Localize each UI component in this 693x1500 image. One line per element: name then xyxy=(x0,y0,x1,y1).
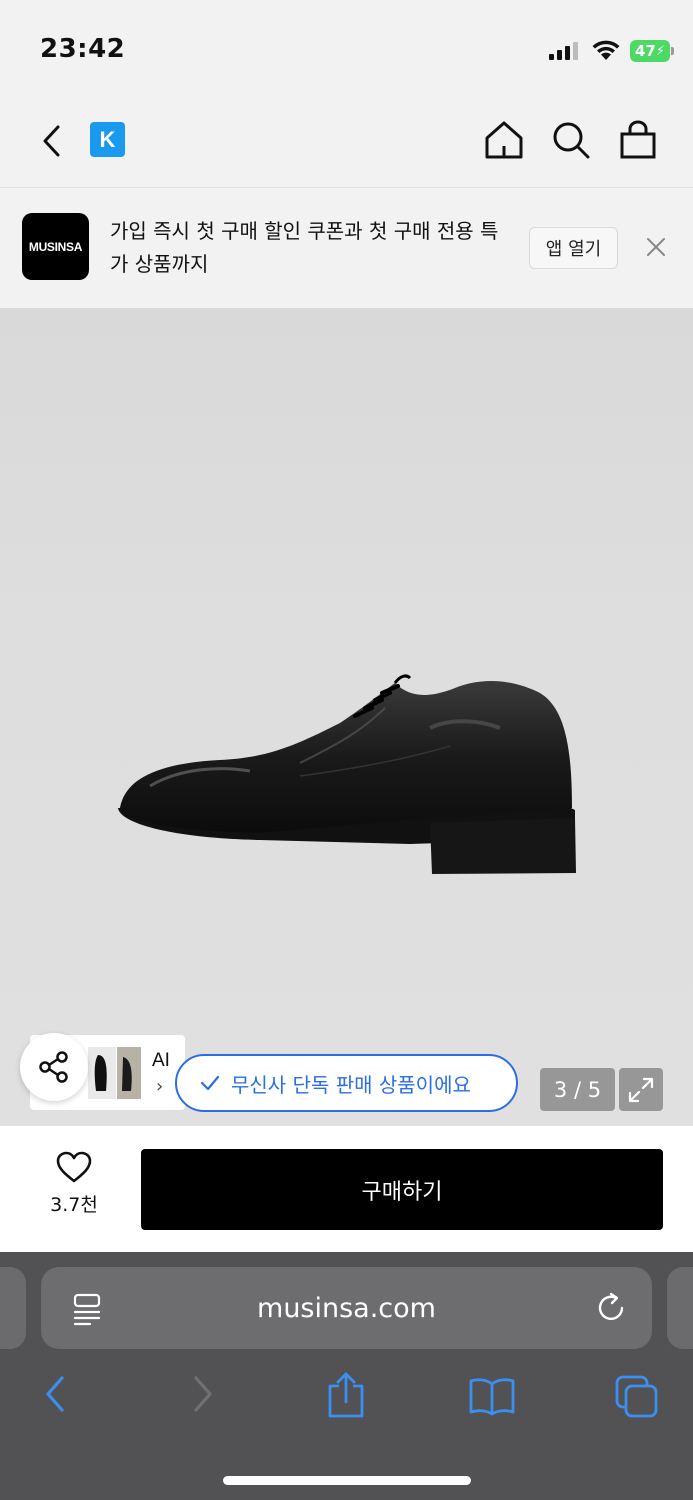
thumbnail-1[interactable] xyxy=(88,1047,116,1099)
battery-indicator: 47 ⚡ xyxy=(630,40,670,62)
musinsa-logo: MUSINSA xyxy=(22,213,89,280)
image-counter: 3 / 5 xyxy=(540,1068,615,1111)
chevron-left-icon[interactable] xyxy=(38,124,68,158)
home-icon[interactable] xyxy=(484,120,524,160)
share-button[interactable] xyxy=(20,1033,88,1101)
reload-icon[interactable] xyxy=(594,1291,628,1325)
wifi-icon xyxy=(592,40,620,60)
status-time: 23:42 xyxy=(40,34,126,64)
ai-label[interactable]: AI xyxy=(152,1050,170,1072)
buy-button[interactable]: 구매하기 xyxy=(141,1149,663,1230)
address-bar[interactable]: musinsa.com xyxy=(41,1267,652,1349)
share-icon xyxy=(39,1051,68,1083)
back-icon[interactable] xyxy=(40,1372,70,1416)
status-bar: 23:42 47 ⚡ xyxy=(0,0,693,96)
black-derby-shoe-image xyxy=(118,674,576,874)
search-icon[interactable] xyxy=(551,120,591,160)
like-button[interactable]: 3.7천 xyxy=(38,1150,110,1217)
previous-tab-peek[interactable] xyxy=(0,1267,26,1349)
forward-icon xyxy=(194,1376,212,1412)
open-app-button[interactable]: 앱 열기 xyxy=(529,227,618,269)
bookmarks-icon[interactable] xyxy=(468,1376,516,1416)
expand-icon xyxy=(628,1077,654,1102)
close-icon[interactable] xyxy=(642,233,670,261)
like-count: 3.7천 xyxy=(50,1194,98,1216)
product-image[interactable] xyxy=(0,308,693,1126)
cellular-signal-icon xyxy=(549,42,579,60)
share-icon[interactable] xyxy=(326,1372,366,1418)
battery-tip xyxy=(671,47,674,55)
next-tab-peek[interactable] xyxy=(667,1267,693,1349)
check-icon xyxy=(200,1075,220,1091)
shopping-bag-icon[interactable] xyxy=(619,120,657,160)
banner-message: 가입 즉시 첫 구매 할인 쿠폰과 첫 구매 전용 특가 상품까지 xyxy=(110,219,499,276)
thumbnail-2[interactable] xyxy=(117,1047,141,1099)
kakao-logo[interactable]: K xyxy=(90,122,125,157)
exclusive-sale-badge[interactable]: 무신사 단독 판매 상품이에요 xyxy=(175,1054,518,1112)
exclusive-label: 무신사 단독 판매 상품이에요 xyxy=(231,1072,471,1097)
heart-icon xyxy=(56,1151,92,1183)
app-install-banner: MUSINSA 가입 즉시 첫 구매 할인 쿠폰과 첫 구매 전용 특가 상품까… xyxy=(0,189,693,308)
url-text[interactable]: musinsa.com xyxy=(41,1267,652,1349)
tabs-icon[interactable] xyxy=(614,1374,660,1420)
chevron-right-icon: › xyxy=(156,1076,164,1097)
home-indicator xyxy=(223,1476,471,1485)
top-nav: K xyxy=(0,96,693,188)
expand-button[interactable] xyxy=(619,1068,663,1111)
reader-icon[interactable] xyxy=(72,1292,104,1326)
